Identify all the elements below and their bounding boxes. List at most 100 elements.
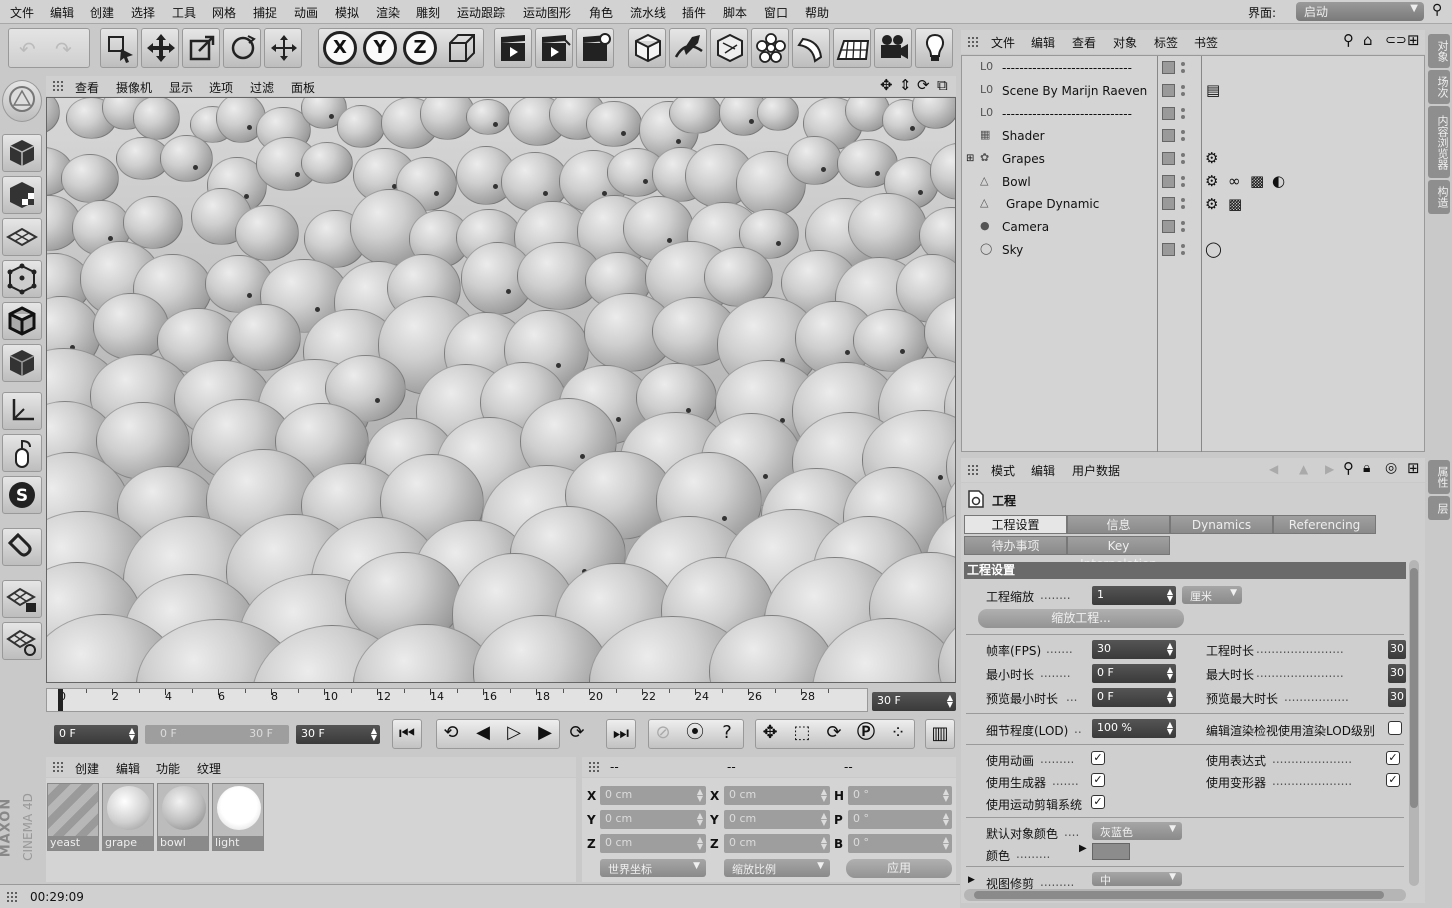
texture-mode-button[interactable]	[2, 176, 42, 214]
up-arrow-icon[interactable]: ▲	[1299, 462, 1308, 476]
viewport-menu-panel[interactable]: 面板	[291, 79, 315, 96]
layer-checkbox[interactable]	[1162, 175, 1175, 188]
preview-min-field[interactable]: 0 F ▲ ▼	[1092, 688, 1176, 707]
menu-script[interactable]: 脚本	[723, 4, 747, 21]
tab-objects[interactable]: 对象	[1428, 34, 1450, 68]
object-name[interactable]: Grape Dynamic	[1006, 197, 1099, 211]
z-axis-lock-icon[interactable]: Z	[403, 31, 437, 65]
pos-x-field[interactable]: 0 cm ▲ ▼	[600, 786, 706, 805]
locked-workplane-button[interactable]	[2, 580, 42, 618]
size-y-field[interactable]: 0 cm ▲ ▼	[724, 810, 830, 829]
play-button[interactable]: ▷	[499, 719, 529, 749]
attribute-scrollbar[interactable]	[1409, 560, 1419, 886]
tab-key-interpolation[interactable]: Key Interpolation	[1067, 536, 1170, 571]
dynamics-tag-icon[interactable]: ⚙	[1205, 172, 1218, 190]
visibility-dots-icon[interactable]	[1181, 220, 1185, 234]
menu-create[interactable]: 创建	[90, 4, 114, 21]
attr-menu-mode[interactable]: 模式	[991, 462, 1015, 479]
fps-field[interactable]: 30 ▲ ▼	[1092, 640, 1176, 659]
material-yeast[interactable]: yeast	[47, 783, 99, 851]
menu-tools[interactable]: 工具	[172, 4, 196, 21]
layer-checkbox[interactable]	[1162, 243, 1175, 256]
tab-project-settings[interactable]: 工程设置	[964, 515, 1067, 534]
viewport-orbit-icon[interactable]: ⟳	[917, 76, 930, 94]
preview-max-field[interactable]: 30	[1388, 688, 1406, 707]
model-mode-button[interactable]	[2, 134, 42, 172]
max-frame-field[interactable]: 30 F ▲ ▼	[296, 725, 380, 744]
viewport-menu-view[interactable]: 查看	[75, 79, 99, 96]
use-animation-checkbox[interactable]: ✓	[1091, 751, 1105, 765]
previous-frame-button[interactable]: ◀	[468, 719, 498, 749]
visibility-dots-icon[interactable]	[1181, 61, 1185, 75]
panel-grip-icon[interactable]	[967, 36, 979, 48]
layer-checkbox[interactable]	[1162, 197, 1175, 210]
end-frame-field[interactable]: 30 F ▲ ▼	[872, 692, 956, 711]
light-button[interactable]	[915, 28, 953, 68]
make-editable-button[interactable]	[2, 80, 42, 122]
tab-structure[interactable]: 构造	[1428, 180, 1450, 214]
project-scale-field[interactable]: 1 ▲ ▼	[1092, 586, 1176, 605]
rotation-key-button[interactable]: ⟳	[819, 719, 849, 749]
tab-attributes[interactable]: 属性	[1428, 460, 1450, 494]
project-time-field[interactable]: 30	[1388, 640, 1406, 659]
material-menu-function[interactable]: 功能	[156, 760, 180, 777]
next-key-button[interactable]: ⟳	[562, 719, 592, 749]
render-to-picture-viewer-button[interactable]	[535, 28, 573, 68]
camera-button[interactable]	[874, 28, 912, 68]
size-x-field[interactable]: 0 cm ▲ ▼	[724, 786, 830, 805]
material-tag-icon[interactable]: ◐	[1272, 172, 1285, 190]
attr-menu-user-data[interactable]: 用户数据	[1072, 462, 1120, 479]
new-panel-icon[interactable]: ⊞	[1407, 459, 1420, 477]
max-time-field[interactable]: 30	[1388, 664, 1406, 683]
subdivision-button[interactable]	[710, 28, 748, 68]
viewport-dolly-icon[interactable]: ⇕	[899, 76, 912, 94]
material-menu-texture[interactable]: 纹理	[197, 760, 221, 777]
use-deformers-checkbox[interactable]: ✓	[1386, 773, 1400, 787]
coordinate-space-select[interactable]: 世界坐标 ▼	[600, 859, 706, 877]
layer-checkbox[interactable]	[1162, 107, 1175, 120]
x-axis-lock-icon[interactable]: X	[323, 31, 357, 65]
rot-p-field[interactable]: 0 ° ▲ ▼	[848, 810, 952, 829]
material-menu-edit[interactable]: 编辑	[116, 760, 140, 777]
object-row[interactable]: L0 Scene By Marijn Raeven	[966, 80, 1424, 103]
pos-y-field[interactable]: 0 cm ▲ ▼	[600, 810, 706, 829]
om-menu-view[interactable]: 查看	[1072, 34, 1096, 51]
tab-takes[interactable]: 场次	[1428, 70, 1450, 104]
forward-arrow-icon[interactable]: ▶	[1325, 462, 1334, 476]
object-row[interactable]: ▦ Shader	[966, 125, 1424, 148]
go-to-start-button[interactable]: ⏮	[392, 719, 422, 749]
render-settings-button[interactable]	[576, 28, 614, 68]
visibility-dots-icon[interactable]	[1181, 197, 1185, 211]
object-name[interactable]: ------------------------------	[1002, 107, 1132, 121]
viewport-maximize-icon[interactable]: ⧉	[937, 76, 948, 94]
object-name[interactable]: Scene By Marijn Raeven	[1002, 84, 1147, 98]
tab-content-browser[interactable]: 内容浏览器	[1428, 106, 1450, 178]
menu-edit[interactable]: 编辑	[50, 4, 74, 21]
tab-dynamics[interactable]: Dynamics	[1170, 515, 1273, 534]
move-button[interactable]	[141, 28, 179, 68]
keyframe-selection-button[interactable]: ?	[712, 719, 742, 749]
target-icon[interactable]: ◎	[1385, 460, 1397, 476]
menu-snap[interactable]: 捕捉	[253, 4, 277, 21]
menu-motion-tracking[interactable]: 运动跟踪	[457, 4, 505, 21]
menu-render[interactable]: 渲染	[376, 4, 400, 21]
coordinate-system-icon[interactable]	[444, 31, 480, 65]
cloner-tag-icon[interactable]: ⚙	[1205, 149, 1218, 167]
layer-checkbox[interactable]	[1162, 129, 1175, 142]
visibility-dots-icon[interactable]	[1181, 107, 1185, 121]
tweak-mode-button[interactable]	[2, 434, 42, 472]
tab-info[interactable]: 信息	[1067, 515, 1170, 534]
menu-pipeline[interactable]: 流水线	[630, 4, 666, 21]
timeline-window-button[interactable]: ▥	[925, 719, 955, 749]
object-name[interactable]: Sky	[1002, 243, 1023, 257]
tab-todo[interactable]: 待办事项	[964, 536, 1067, 555]
magnet-button[interactable]	[2, 528, 42, 566]
object-row[interactable]: L0 ------------------------------	[966, 103, 1424, 126]
menu-select[interactable]: 选择	[131, 4, 155, 21]
project-scale-unit-select[interactable]: 厘米 ▼	[1182, 586, 1242, 604]
viewport-menu-options[interactable]: 选项	[209, 79, 233, 96]
menu-plugins[interactable]: 插件	[682, 4, 706, 21]
menu-mograph[interactable]: 运动图形	[523, 4, 571, 21]
panel-grip-icon[interactable]	[52, 80, 64, 92]
use-motion-system-checkbox[interactable]: ✓	[1091, 795, 1105, 809]
